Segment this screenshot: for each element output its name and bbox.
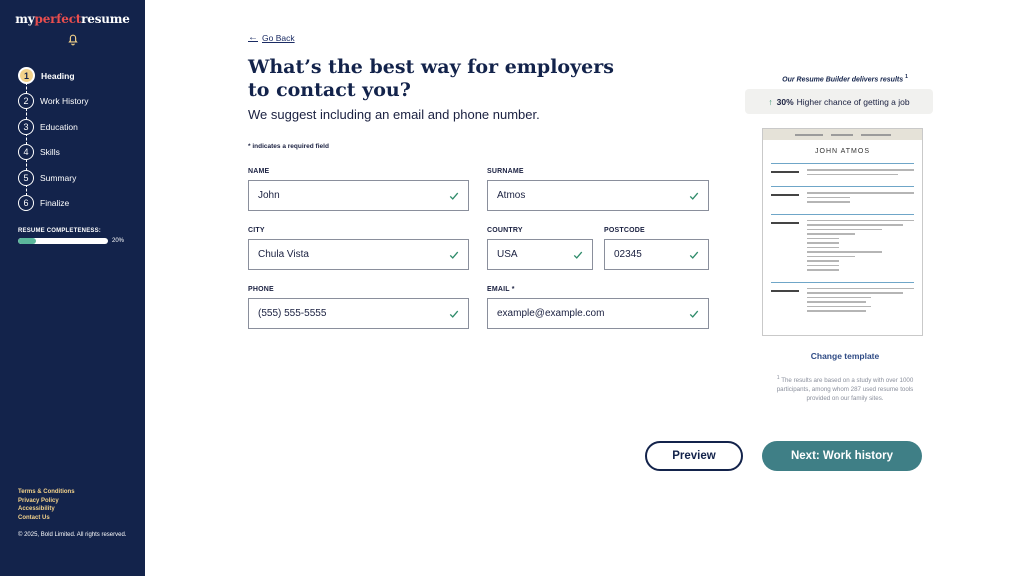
stat-text: Higher chance of getting a job bbox=[796, 96, 910, 107]
step-finalize[interactable]: 6 Finalize bbox=[18, 191, 145, 217]
step-number: 5 bbox=[18, 169, 34, 186]
step-label: Finalize bbox=[40, 198, 70, 209]
step-skills[interactable]: 4 Skills bbox=[18, 140, 145, 170]
checkmark-icon bbox=[449, 251, 459, 259]
page-subtitle: We suggest including an email and phone … bbox=[248, 107, 540, 122]
app: myperfectresume 1 Heading 2 Work History… bbox=[0, 0, 1024, 576]
name-label: NAME bbox=[248, 168, 270, 175]
surname-input[interactable] bbox=[497, 190, 708, 201]
preview-button[interactable]: Preview bbox=[645, 441, 743, 471]
completeness-percent: 20% bbox=[112, 238, 125, 244]
preview-divider bbox=[771, 163, 914, 164]
logo-prefix: my bbox=[15, 12, 35, 26]
step-summary[interactable]: 5 Summary bbox=[18, 165, 145, 196]
checkmark-icon bbox=[689, 310, 699, 318]
step-label: Work History bbox=[40, 96, 89, 107]
contact-link[interactable]: Contact Us bbox=[18, 514, 75, 523]
go-back-link[interactable]: ← Go Back bbox=[248, 32, 295, 43]
step-label: Education bbox=[40, 121, 78, 132]
country-field[interactable] bbox=[487, 239, 593, 270]
checkmark-icon bbox=[689, 192, 699, 200]
step-heading[interactable]: 1 Heading bbox=[18, 63, 145, 94]
accessibility-link[interactable]: Accessibility bbox=[18, 505, 75, 514]
checkmark-icon bbox=[449, 192, 459, 200]
step-number: 6 bbox=[18, 195, 34, 212]
email-field[interactable] bbox=[487, 298, 709, 329]
arrow-left-icon: ← bbox=[248, 32, 258, 43]
preview-name: JOHN ATMOS bbox=[815, 148, 870, 155]
results-title-text: Our Resume Builder delivers results bbox=[782, 76, 904, 84]
checkmark-icon bbox=[449, 310, 459, 318]
page-title: What’s the best way for employers to con… bbox=[248, 56, 614, 101]
sidebar: myperfectresume 1 Heading 2 Work History… bbox=[0, 0, 145, 576]
name-field[interactable] bbox=[248, 180, 469, 211]
logo-accent: perfect bbox=[34, 12, 82, 26]
checkmark-icon bbox=[689, 251, 699, 259]
preview-divider bbox=[771, 186, 914, 187]
progress-fill bbox=[18, 238, 36, 244]
step-work-history[interactable]: 2 Work History bbox=[18, 89, 145, 119]
step-number: 4 bbox=[18, 144, 34, 161]
email-input[interactable] bbox=[497, 308, 708, 319]
terms-link[interactable]: Terms & Conditions bbox=[18, 488, 75, 497]
brand-logo[interactable]: myperfectresume bbox=[0, 12, 145, 26]
disclaimer-text: The results are based on a study with ov… bbox=[776, 377, 914, 403]
copyright: © 2025, Bold Limited. All rights reserve… bbox=[18, 532, 127, 538]
preview-contact-bar bbox=[763, 129, 922, 140]
step-label: Summary bbox=[40, 172, 77, 183]
preview-section bbox=[771, 192, 914, 206]
progress-track bbox=[18, 238, 108, 244]
city-input[interactable] bbox=[258, 249, 468, 260]
phone-input[interactable] bbox=[258, 308, 468, 319]
surname-field[interactable] bbox=[487, 180, 709, 211]
country-label: COUNTRY bbox=[487, 227, 523, 234]
step-number: 3 bbox=[18, 118, 34, 135]
required-note: * indicates a required field bbox=[248, 143, 329, 150]
step-education[interactable]: 3 Education bbox=[18, 114, 145, 145]
step-number: 2 bbox=[18, 93, 34, 110]
footnote-marker: 1 bbox=[776, 375, 780, 381]
completeness-progress: 20% bbox=[18, 238, 145, 244]
preview-section bbox=[771, 287, 914, 315]
checkmark-icon bbox=[573, 251, 583, 259]
preview-divider bbox=[771, 281, 914, 283]
preview-section bbox=[771, 219, 914, 274]
footer-links: Terms & Conditions Privacy Policy Access… bbox=[18, 488, 75, 522]
footnote-marker: 1 bbox=[905, 74, 908, 80]
phone-field[interactable] bbox=[248, 298, 469, 329]
arrow-up-icon: ↑ bbox=[768, 96, 773, 107]
surname-label: SURNAME bbox=[487, 168, 524, 175]
logo-suffix: resume bbox=[81, 12, 130, 26]
phone-label: PHONE bbox=[248, 286, 274, 293]
bell-icon[interactable] bbox=[66, 32, 80, 46]
postcode-label: POSTCODE bbox=[604, 227, 645, 234]
disclaimer: 1 The results are based on a study with … bbox=[775, 374, 915, 403]
name-input[interactable] bbox=[258, 190, 468, 201]
email-label: EMAIL * bbox=[487, 286, 515, 293]
preview-section bbox=[771, 169, 914, 178]
go-back-label: Go Back bbox=[262, 32, 295, 43]
postcode-field[interactable] bbox=[604, 239, 709, 270]
step-number: 1 bbox=[18, 67, 35, 85]
city-label: CITY bbox=[248, 227, 265, 234]
city-field[interactable] bbox=[248, 239, 469, 270]
change-template-link[interactable]: Change template bbox=[745, 351, 945, 361]
step-label: Skills bbox=[40, 147, 60, 158]
results-title: Our Resume Builder delivers results 1 bbox=[745, 74, 945, 83]
privacy-link[interactable]: Privacy Policy bbox=[18, 497, 75, 506]
main-content: ← Go Back What’s the best way for employ… bbox=[145, 0, 1024, 576]
completeness-label: RESUME COMPLETENESS: bbox=[18, 228, 102, 234]
step-label: Heading bbox=[41, 70, 75, 81]
stat-value: 30% bbox=[776, 96, 794, 107]
next-button[interactable]: Next: Work history bbox=[762, 441, 922, 471]
preview-divider bbox=[771, 213, 914, 215]
resume-preview[interactable]: JOHN ATMOS bbox=[762, 128, 923, 336]
progress-steps: 1 Heading 2 Work History 3 Education 4 S… bbox=[0, 63, 145, 216]
stat-box: ↑ 30% Higher chance of getting a job bbox=[745, 89, 933, 114]
